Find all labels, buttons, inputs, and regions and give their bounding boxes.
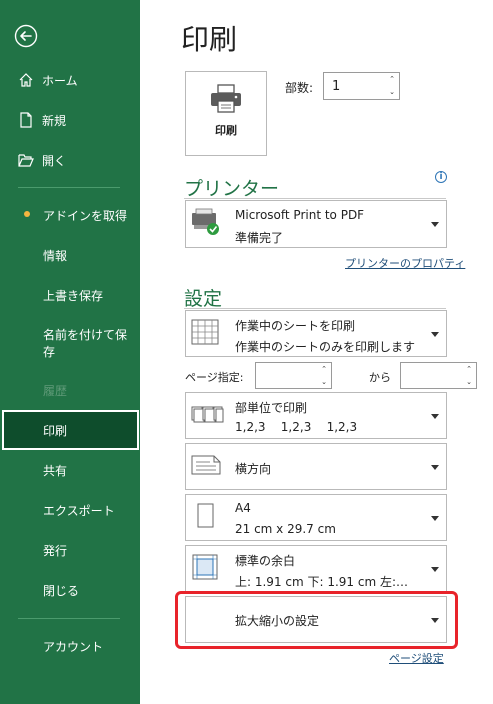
sidebar-item-label: 開く — [42, 153, 67, 168]
paper-size-dimensions: 21 cm x 29.7 cm — [235, 522, 336, 536]
margins-title: 標準の余白 — [235, 554, 296, 568]
sidebar-item-account[interactable]: アカウント — [0, 626, 140, 666]
spinner-arrows[interactable]: ⌃ ⌄ — [387, 75, 397, 97]
pages-label: ページ指定: — [185, 371, 244, 384]
sidebar-item-label: アカウント — [43, 639, 104, 654]
chevron-down-icon — [431, 515, 439, 521]
spinner-up-icon[interactable]: ⌃ — [466, 365, 472, 374]
print-scope-dropdown[interactable]: 作業中のシートを印刷 作業中のシートのみを印刷します — [185, 310, 447, 357]
sidebar-item-label: ホーム — [42, 73, 78, 88]
collated-pages-icon — [190, 402, 224, 430]
collate-description: 1,2,3 1,2,3 1,2,3 — [235, 420, 358, 434]
sidebar-item-label: 上書き保存 — [43, 288, 104, 303]
print-scope-title: 作業中のシートを印刷 — [235, 319, 356, 333]
spinner-down-icon[interactable]: ⌄ — [466, 378, 472, 387]
spinner-up-icon[interactable]: ⌃ — [321, 365, 327, 374]
chevron-down-icon — [431, 464, 439, 470]
orientation-value: 横方向 — [235, 462, 272, 476]
pages-from-spinner[interactable]: ⌃ ⌄ — [255, 362, 332, 389]
sidebar-item-export[interactable]: エクスポート — [0, 490, 140, 530]
paper-size-name: A4 — [235, 501, 251, 515]
sidebar-item-label: 新規 — [42, 113, 67, 128]
sidebar-item-label: 履歴 — [43, 383, 68, 398]
paper-size-icon — [190, 501, 220, 535]
open-folder-icon — [18, 152, 34, 168]
sheet-grid-icon — [190, 317, 220, 351]
sidebar-divider — [18, 618, 120, 619]
printer-status: 準備完了 — [235, 231, 284, 245]
printer-name: Microsoft Print to PDF — [235, 208, 365, 222]
spinner-arrows[interactable]: ⌃ ⌄ — [319, 365, 329, 387]
sidebar-item-label: 発行 — [43, 543, 68, 558]
print-button[interactable]: 印刷 — [185, 71, 267, 156]
sidebar-item-share[interactable]: 共有 — [0, 450, 140, 490]
page-setup-link[interactable]: ページ設定 — [389, 650, 444, 666]
orientation-dropdown[interactable]: 横方向 — [185, 443, 447, 490]
chevron-down-icon — [431, 331, 439, 337]
chevron-down-icon — [431, 222, 439, 227]
info-icon[interactable]: i — [435, 171, 447, 183]
margins-description: 上: 1.91 cm 下: 1.91 cm 左:… — [235, 575, 409, 589]
printer-device-icon — [190, 207, 222, 241]
sidebar-item-print[interactable]: 印刷 — [2, 410, 139, 450]
settings-heading: 設定 — [184, 288, 223, 310]
sidebar-item-new[interactable]: 新規 — [0, 100, 140, 140]
copies-spinner[interactable]: 1 ⌃ ⌄ — [323, 72, 400, 100]
margins-icon — [190, 552, 220, 586]
printer-icon — [211, 84, 241, 113]
collate-dropdown[interactable]: 部単位で印刷 1,2,3 1,2,3 1,2,3 — [185, 392, 447, 439]
sidebar-item-save-as[interactable]: 名前を付けて保存 — [0, 325, 140, 375]
print-scope-description: 作業中のシートのみを印刷します — [235, 340, 416, 354]
sidebar-divider — [18, 187, 120, 188]
spinner-down-icon[interactable]: ⌄ — [321, 378, 327, 387]
sidebar-item-history: 履歴 — [0, 370, 140, 410]
sidebar-item-label: 共有 — [43, 463, 68, 478]
pages-to-label: から — [369, 371, 391, 384]
sidebar-item-label: 名前を付けて保存 — [43, 328, 128, 359]
sidebar-item-label: エクスポート — [43, 503, 115, 518]
copies-label: 部数: — [285, 81, 314, 95]
sidebar-item-open[interactable]: 開く — [0, 140, 140, 180]
printer-heading: プリンター — [184, 178, 280, 200]
sidebar-item-info[interactable]: 情報 — [0, 235, 140, 275]
page-title: 印刷 — [181, 23, 238, 56]
margins-dropdown[interactable]: 標準の余白 上: 1.91 cm 下: 1.91 cm 左:… — [185, 545, 447, 592]
sidebar-item-label: 閉じる — [43, 583, 80, 598]
back-arrow-icon[interactable] — [14, 24, 38, 48]
highlight-box — [175, 591, 458, 649]
sidebar-item-save[interactable]: 上書き保存 — [0, 275, 140, 315]
sidebar-item-home[interactable]: ホーム — [0, 60, 140, 100]
collate-title: 部単位で印刷 — [235, 401, 308, 415]
copies-value: 1 — [332, 79, 341, 94]
spinner-arrows[interactable]: ⌃ ⌄ — [464, 365, 474, 387]
section-divider — [184, 198, 446, 199]
pages-to-spinner[interactable]: ⌃ ⌄ — [400, 362, 477, 389]
section-divider — [184, 308, 446, 309]
new-document-icon — [18, 112, 34, 128]
sidebar-item-label: アドインを取得 — [43, 208, 128, 223]
landscape-page-icon — [190, 452, 222, 482]
home-icon — [18, 72, 34, 88]
sidebar-item-label: 情報 — [43, 248, 68, 263]
sidebar-item-publish[interactable]: 発行 — [0, 530, 140, 570]
spinner-up-icon[interactable]: ⌃ — [389, 75, 395, 84]
sidebar-item-close[interactable]: 閉じる — [0, 570, 140, 610]
backstage-sidebar: ホーム 新規 開く アドインを取得 情報 上書き保存 名前を付けて保存 履歴 印… — [0, 0, 140, 704]
print-panel: 印刷 印刷 部数: 1 ⌃ ⌄ プリンター i Microsoft Print … — [140, 0, 493, 704]
printer-dropdown[interactable]: Microsoft Print to PDF 準備完了 — [185, 200, 447, 248]
paper-size-dropdown[interactable]: A4 21 cm x 29.7 cm — [185, 494, 447, 541]
sidebar-item-get-addins[interactable]: アドインを取得 — [0, 195, 140, 235]
chevron-down-icon — [431, 413, 439, 419]
printer-properties-link[interactable]: プリンターのプロパティ — [345, 255, 465, 271]
chevron-down-icon — [431, 566, 439, 572]
sidebar-item-label: 印刷 — [43, 423, 68, 438]
spinner-down-icon[interactable]: ⌄ — [389, 88, 395, 97]
print-button-label: 印刷 — [215, 124, 237, 137]
